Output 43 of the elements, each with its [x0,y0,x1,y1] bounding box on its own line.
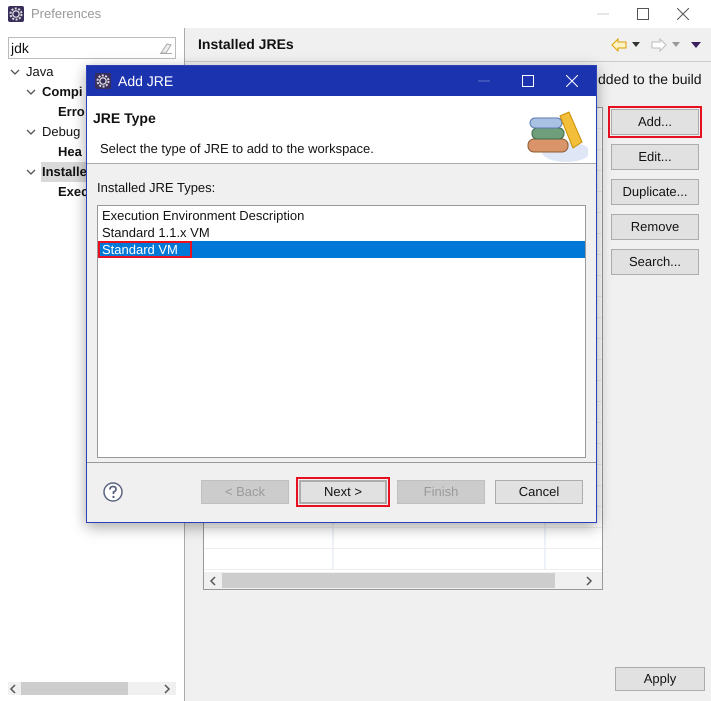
side-button[interactable]: Search... [611,249,699,275]
side-button[interactable]: Add... [611,109,699,135]
filter-field[interactable]: jdk [8,37,176,59]
chevron-icon[interactable] [26,87,36,97]
scroll-left-icon[interactable] [8,684,18,694]
jre-type-item[interactable]: Standard 1.1.x VM [98,224,585,240]
scroll-right-icon[interactable] [584,576,594,586]
view-menu-icon[interactable] [691,42,701,48]
caret-icon[interactable] [632,42,640,47]
tree-item[interactable]: Compi [41,82,84,102]
help-icon[interactable] [103,482,123,502]
filter-value: jdk [11,38,29,58]
side-button[interactable]: Duplicate... [611,179,699,205]
tree-item[interactable]: Installe [41,162,88,182]
chevron-icon[interactable] [26,167,36,177]
apply-button[interactable]: Apply [615,667,705,691]
gear-icon [8,6,24,22]
maximize-icon[interactable] [637,8,649,20]
list-label: Installed JRE Types: [97,179,216,197]
page-title: Installed JREs [198,35,294,54]
window-title: Preferences [31,5,102,24]
dialog-description: Select the type of JRE to add to the workspace. [99,140,374,158]
wizard-button[interactable]: Next > [299,480,387,504]
chevron-icon[interactable] [26,127,36,137]
gear-icon [95,73,111,89]
scrollbar-thumb[interactable] [21,682,128,695]
wizard-button[interactable]: Cancel [495,480,583,504]
dialog-heading: JRE Type [93,109,157,128]
tree-item[interactable]: Erro [57,102,86,122]
tree-item[interactable]: Hea [57,142,83,162]
tree-item[interactable]: Java [25,62,54,82]
chevron-icon[interactable] [10,67,20,77]
jre-type-item[interactable]: Execution Environment Description [98,206,585,224]
tree-item[interactable]: Debug [41,122,82,142]
scroll-right-icon[interactable] [162,684,172,694]
description-text: dded to the build [598,70,702,88]
scrollbar-thumb[interactable] [222,573,555,588]
dialog-title: Add JRE [118,72,174,90]
side-button[interactable]: Remove [611,214,699,240]
scroll-left-icon[interactable] [208,576,218,586]
side-button[interactable]: Edit... [611,144,699,170]
close-icon[interactable] [677,8,689,20]
jre-type-item[interactable]: Standard VM [98,240,585,258]
